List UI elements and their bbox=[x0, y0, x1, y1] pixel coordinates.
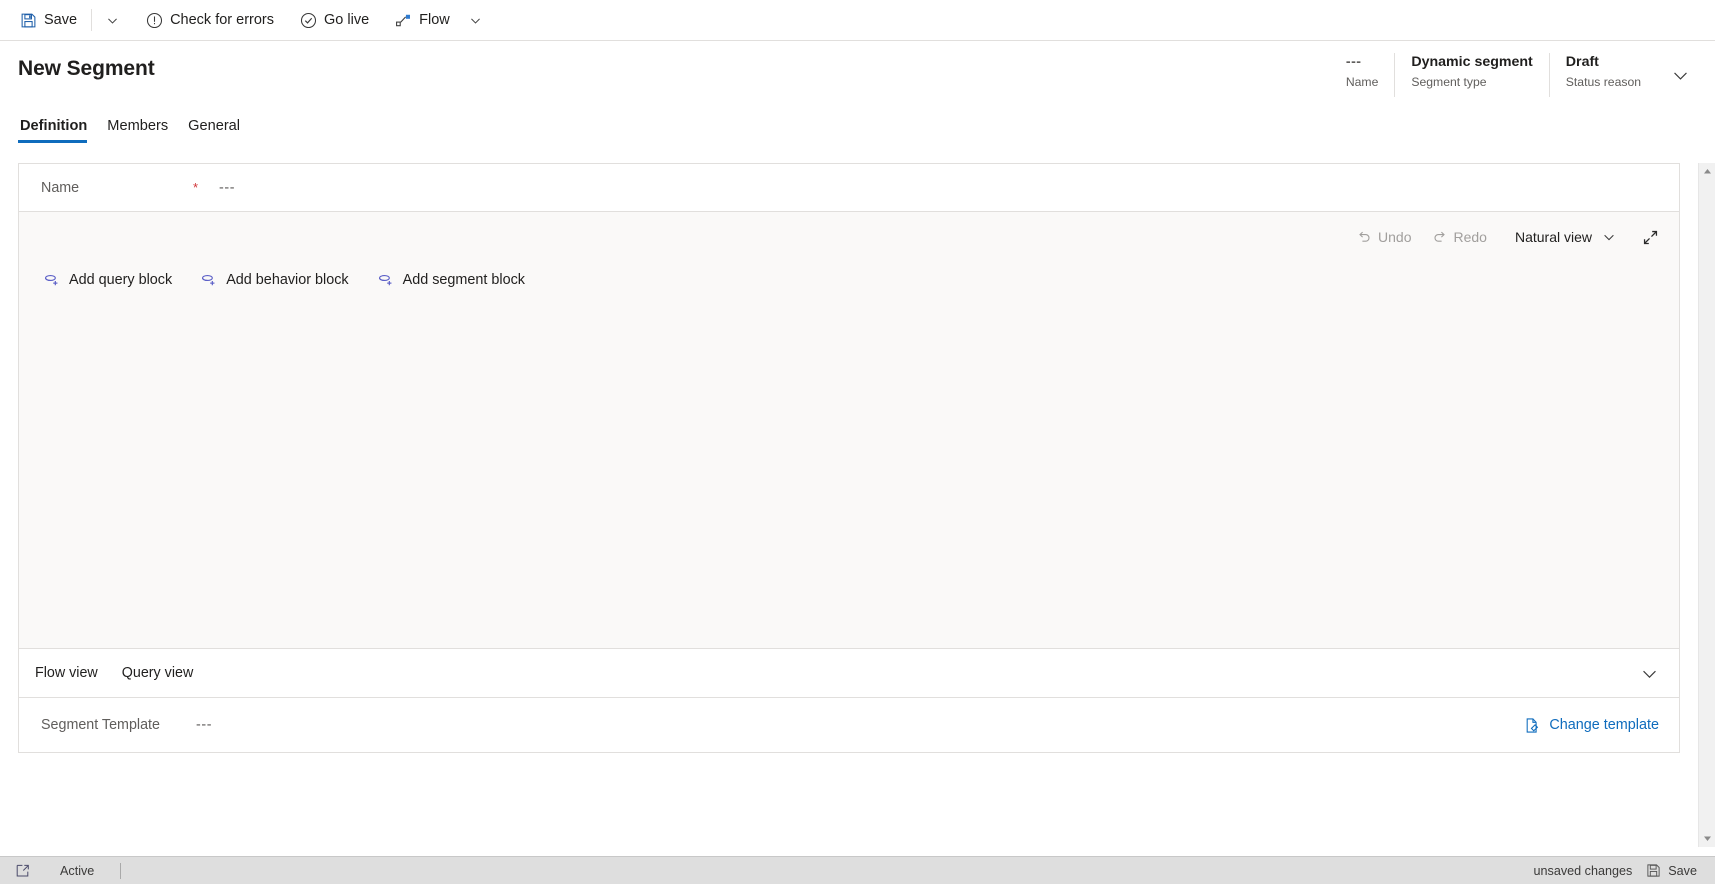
status-state-label: Active bbox=[60, 863, 95, 878]
tab-members-label: Members bbox=[107, 118, 169, 134]
caret-down-icon bbox=[1703, 835, 1712, 842]
save-button-label: Save bbox=[44, 12, 78, 28]
check-circle-icon bbox=[300, 12, 317, 29]
unsaved-changes-label: unsaved changes bbox=[1533, 863, 1633, 878]
go-live-label: Go live bbox=[324, 12, 370, 28]
view-mode-dropdown[interactable]: Natural view bbox=[1506, 222, 1625, 252]
chevron-down-icon bbox=[1672, 67, 1689, 84]
change-template-button[interactable]: Change template bbox=[1524, 717, 1659, 734]
popout-window-icon bbox=[15, 863, 31, 879]
header-field-name-value: --- bbox=[1345, 54, 1362, 70]
expand-diagonal-icon bbox=[1642, 229, 1659, 246]
chevron-down-icon bbox=[1602, 230, 1616, 244]
go-live-button[interactable]: Go live bbox=[290, 1, 379, 39]
header-field-name-label: Name bbox=[1345, 75, 1379, 89]
status-bar-left: Active bbox=[10, 858, 122, 884]
tab-query-view-label: Query view bbox=[121, 665, 194, 681]
tab-definition[interactable]: Definition bbox=[18, 118, 97, 143]
chevron-down-icon bbox=[469, 14, 482, 27]
add-segment-block-icon bbox=[377, 271, 394, 288]
scroll-down-button[interactable] bbox=[1699, 830, 1715, 847]
change-template-label: Change template bbox=[1549, 717, 1659, 733]
tab-flow-view-label: Flow view bbox=[35, 665, 98, 681]
header-expand-button[interactable] bbox=[1663, 53, 1697, 97]
definition-card: Name * --- Undo Redo Natural view Add qu… bbox=[18, 163, 1680, 753]
tab-members[interactable]: Members bbox=[97, 118, 178, 143]
segment-template-value: --- bbox=[196, 717, 213, 733]
builder-toolbar: Undo Redo Natural view bbox=[1347, 222, 1665, 252]
tab-general[interactable]: General bbox=[178, 118, 250, 143]
collapse-views-button[interactable] bbox=[1633, 657, 1665, 689]
builder-add-actions: Add query block Add behavior block Add s… bbox=[41, 267, 527, 292]
status-bar-divider bbox=[120, 862, 122, 879]
edit-document-icon bbox=[1524, 717, 1541, 734]
exclamation-circle-icon bbox=[146, 12, 163, 29]
redo-arrow-icon bbox=[1432, 229, 1448, 245]
redo-button-label: Redo bbox=[1453, 229, 1487, 245]
tab-general-label: General bbox=[188, 118, 241, 134]
undo-button-label: Undo bbox=[1378, 229, 1412, 245]
header-field-segment-type-label: Segment type bbox=[1411, 75, 1487, 89]
redo-button[interactable]: Redo bbox=[1423, 222, 1496, 252]
add-query-block-label: Add query block bbox=[69, 271, 173, 288]
check-for-errors-button[interactable]: Check for errors bbox=[136, 1, 284, 39]
segment-builder-canvas[interactable]: Undo Redo Natural view Add query block A… bbox=[19, 212, 1679, 649]
flow-label: Flow bbox=[419, 12, 450, 28]
add-segment-block-label: Add segment block bbox=[402, 271, 526, 288]
tab-definition-label: Definition bbox=[20, 118, 88, 134]
expand-canvas-button[interactable] bbox=[1635, 222, 1665, 252]
header-field-segment-type-value: Dynamic segment bbox=[1411, 54, 1533, 70]
header-field-name: --- Name bbox=[1330, 53, 1395, 97]
command-bar-divider bbox=[91, 9, 93, 31]
name-field-row: Name * --- bbox=[19, 164, 1679, 212]
tab-flow-view[interactable]: Flow view bbox=[35, 665, 110, 681]
add-segment-block-button[interactable]: Add segment block bbox=[375, 267, 527, 292]
view-mode-label: Natural view bbox=[1514, 229, 1592, 245]
definition-panel: Name * --- Undo Redo Natural view Add qu… bbox=[18, 163, 1680, 763]
save-options-caret[interactable] bbox=[96, 1, 128, 39]
builder-view-tabs: Flow view Query view bbox=[19, 649, 1679, 698]
header-field-status-reason-value: Draft bbox=[1565, 54, 1599, 70]
status-save-label: Save bbox=[1668, 863, 1697, 878]
page-scrollbar[interactable] bbox=[1698, 163, 1715, 847]
segment-template-label: Segment Template bbox=[41, 717, 160, 733]
save-floppy-icon bbox=[20, 12, 37, 29]
header-field-status-reason: Draft Status reason bbox=[1548, 53, 1657, 97]
save-floppy-icon bbox=[1646, 863, 1661, 878]
add-behavior-block-label: Add behavior block bbox=[226, 271, 349, 288]
name-field-input[interactable]: --- bbox=[219, 180, 235, 196]
command-bar: Save Check for errors Go live Flow bbox=[0, 0, 1715, 41]
add-behavior-block-icon bbox=[200, 271, 217, 288]
check-for-errors-label: Check for errors bbox=[170, 12, 275, 28]
header-field-segment-type: Dynamic segment Segment type bbox=[1394, 53, 1548, 97]
add-query-block-button[interactable]: Add query block bbox=[41, 267, 174, 292]
popout-window-button[interactable] bbox=[10, 858, 36, 884]
caret-up-icon bbox=[1703, 168, 1712, 175]
status-bar-right: unsaved changes Save bbox=[1534, 859, 1703, 883]
header-field-summary: --- Name Dynamic segment Segment type Dr… bbox=[1330, 53, 1697, 99]
undo-arrow-icon bbox=[1356, 229, 1372, 245]
status-save-button[interactable]: Save bbox=[1640, 859, 1703, 883]
segment-template-row: Segment Template --- Change template bbox=[19, 698, 1679, 752]
tab-query-view[interactable]: Query view bbox=[110, 665, 206, 681]
flow-button[interactable]: Flow bbox=[385, 1, 460, 39]
undo-button[interactable]: Undo bbox=[1347, 222, 1420, 252]
status-bar: Active unsaved changes Save bbox=[0, 856, 1715, 884]
header-field-status-reason-label: Status reason bbox=[1565, 75, 1641, 89]
name-required-indicator: * bbox=[193, 180, 199, 195]
add-query-block-icon bbox=[43, 271, 60, 288]
flow-options-caret[interactable] bbox=[460, 1, 492, 39]
scroll-up-button[interactable] bbox=[1699, 163, 1715, 180]
chevron-down-icon bbox=[1641, 665, 1658, 682]
tab-strip: Definition Members General bbox=[0, 107, 1715, 143]
page-header: New Segment --- Name Dynamic segment Seg… bbox=[0, 41, 1715, 107]
chevron-down-icon bbox=[106, 14, 119, 27]
name-field-label: Name bbox=[41, 179, 80, 196]
save-button[interactable]: Save bbox=[10, 1, 87, 39]
add-behavior-block-button[interactable]: Add behavior block bbox=[198, 267, 350, 292]
flow-node-icon bbox=[395, 12, 412, 29]
page-title: New Segment bbox=[18, 57, 155, 80]
